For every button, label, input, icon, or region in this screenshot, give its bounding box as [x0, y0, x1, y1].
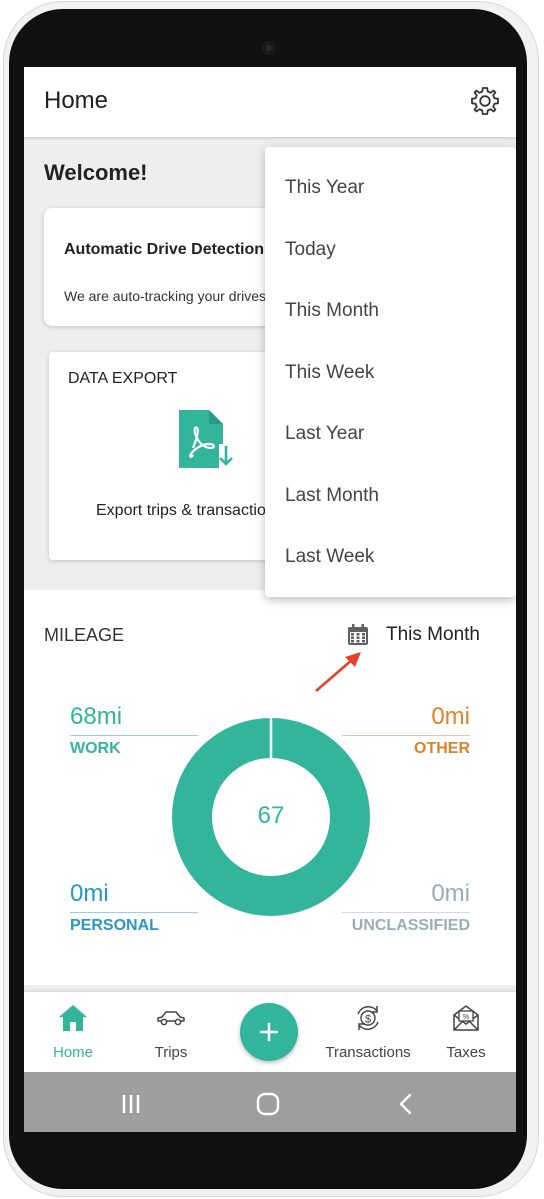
dollar-cycle-icon: $: [357, 1006, 379, 1030]
home-icon: [59, 1005, 87, 1031]
page-title: Home: [44, 87, 109, 114]
work-mileage-value: 68mi: [70, 703, 123, 730]
add-button[interactable]: [240, 1003, 298, 1061]
nav-transactions[interactable]: $ Transactions: [319, 992, 417, 1072]
recent-apps-icon[interactable]: [117, 1090, 145, 1118]
front-camera: [262, 41, 276, 55]
svg-text:$: $: [365, 1014, 371, 1026]
drive-detection-title: Automatic Drive Detection: [64, 241, 265, 258]
nav-taxes-label: Taxes: [446, 1044, 486, 1061]
app-bar: Home: [24, 67, 516, 137]
mileage-title: MILEAGE: [44, 625, 125, 645]
gear-icon: [471, 87, 499, 115]
dropdown-item-last-year[interactable]: Last Year: [285, 423, 364, 445]
donut-total: 67: [257, 802, 285, 829]
tax-envelope-icon: %: [453, 1005, 479, 1031]
dropdown-item-this-year[interactable]: This Year: [285, 177, 364, 199]
unclassified-label: UNCLASSIFIED: [351, 917, 470, 934]
annotation-arrow: [315, 652, 361, 692]
car-icon: [157, 1011, 185, 1026]
welcome-heading: Welcome!: [44, 160, 148, 185]
personal-label: PERSONAL: [70, 917, 159, 934]
drive-detection-subtitle: We are auto-tracking your drives: [64, 288, 267, 304]
app-screen: Home Welcome! Automatic Drive Detection …: [24, 67, 516, 1132]
home-system-icon[interactable]: [254, 1090, 282, 1118]
dropdown-item-this-week[interactable]: This Week: [285, 362, 374, 384]
calendar-icon[interactable]: [346, 623, 370, 647]
dropdown-item-last-week[interactable]: Last Week: [285, 546, 374, 568]
unclassified-mileage-value: 0mi: [431, 880, 470, 907]
settings-button[interactable]: [467, 83, 503, 119]
bottom-navigation: Home Trips $ Transactions % Taxes: [24, 992, 516, 1072]
dropdown-item-last-month[interactable]: Last Month: [285, 485, 379, 507]
nav-taxes[interactable]: % Taxes: [417, 992, 515, 1072]
period-dropdown-menu: This Year Today This Month This Week Las…: [265, 147, 516, 597]
pdf-download-icon: [179, 410, 233, 468]
dropdown-item-this-month[interactable]: This Month: [285, 300, 379, 322]
mileage-section: MILEAGE This Month 68mi WORK 0mi OTHER 0…: [24, 590, 516, 985]
period-selector[interactable]: This Month: [386, 624, 480, 646]
work-label: WORK: [70, 740, 121, 757]
nav-trips-label: Trips: [154, 1044, 188, 1061]
data-export-title: DATA EXPORT: [68, 370, 178, 387]
data-export-label: Export trips & transactions: [96, 502, 283, 519]
other-label: OTHER: [414, 740, 470, 757]
back-icon[interactable]: [392, 1090, 420, 1118]
other-mileage-value: 0mi: [431, 703, 470, 730]
svg-text:%: %: [463, 1014, 469, 1021]
nav-trips[interactable]: Trips: [122, 992, 220, 1072]
nav-transactions-label: Transactions: [325, 1044, 411, 1061]
nav-home[interactable]: Home: [24, 992, 122, 1072]
dropdown-item-today[interactable]: Today: [285, 239, 336, 261]
personal-mileage-value: 0mi: [70, 880, 109, 907]
nav-home-label: Home: [52, 1044, 93, 1061]
system-navigation-bar: [24, 1072, 516, 1132]
plus-icon: [259, 1022, 279, 1042]
